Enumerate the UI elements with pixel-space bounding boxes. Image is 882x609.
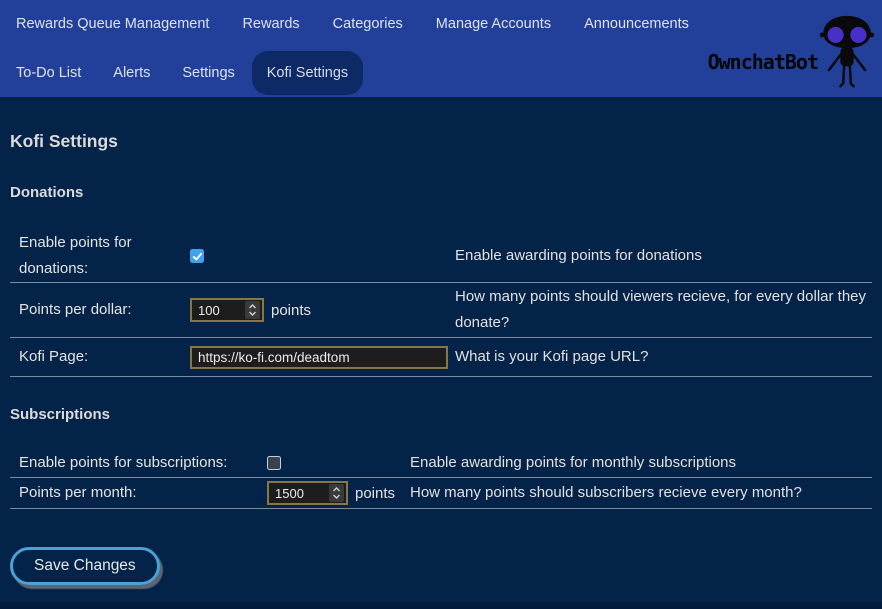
- settings-row-kofi-page: Kofi Page: https://ko-fi.com/deadtom Wha…: [10, 338, 872, 377]
- tab-settings[interactable]: Settings: [182, 65, 234, 81]
- settings-row-points-per-month: Points per month: 1500 points How many p…: [10, 478, 872, 509]
- settings-row-enable-subscriptions: Enable points for subscriptions: Enable …: [10, 448, 872, 478]
- section-heading-donations: Donations: [10, 184, 872, 201]
- page-title: Kofi Settings: [10, 131, 872, 152]
- row-description: How many points should viewers recieve, …: [455, 284, 872, 336]
- points-suffix: points: [271, 302, 311, 319]
- tab-kofi-settings[interactable]: Kofi Settings: [252, 51, 363, 95]
- points-per-month-value: 1500: [275, 486, 304, 501]
- kofi-page-url-value: https://ko-fi.com/deadtom: [198, 350, 350, 365]
- logo: OwnchatBot: [692, 0, 882, 97]
- nav-item-rewards-queue-management[interactable]: Rewards Queue Management: [16, 16, 209, 32]
- subscriptions-settings-table: Enable points for subscriptions: Enable …: [10, 448, 872, 509]
- row-description: What is your Kofi page URL?: [455, 344, 872, 370]
- bottom-edge-strip: [0, 602, 882, 609]
- row-label: Points per month:: [10, 480, 267, 506]
- nav-item-manage-accounts[interactable]: Manage Accounts: [436, 16, 551, 32]
- row-label: Points per dollar:: [10, 297, 190, 323]
- row-description: Enable awarding points for monthly subsc…: [410, 450, 872, 476]
- enable-donations-checkbox[interactable]: [190, 249, 204, 263]
- tab-alerts[interactable]: Alerts: [113, 65, 150, 81]
- row-description: Enable awarding points for donations: [455, 243, 872, 269]
- top-navbar: Rewards Queue Management Rewards Categor…: [0, 0, 882, 97]
- row-label: Enable points for subscriptions:: [10, 450, 267, 476]
- robot-icon: [818, 14, 876, 95]
- row-label: Enable points for donations:: [10, 230, 190, 282]
- points-suffix: points: [355, 485, 395, 502]
- nav-item-announcements[interactable]: Announcements: [584, 16, 689, 32]
- number-spinner-icon[interactable]: [329, 484, 344, 502]
- row-label: Kofi Page:: [10, 344, 190, 370]
- section-heading-subscriptions: Subscriptions: [10, 406, 872, 423]
- tab-todo-list[interactable]: To-Do List: [16, 65, 81, 81]
- checkmark-icon: [192, 251, 203, 262]
- points-per-dollar-input[interactable]: 100: [190, 298, 264, 322]
- nav-item-categories[interactable]: Categories: [333, 16, 403, 32]
- kofi-page-url-input[interactable]: https://ko-fi.com/deadtom: [190, 346, 448, 369]
- donations-settings-table: Enable points for donations: Enable awar…: [10, 230, 872, 377]
- nav-item-rewards[interactable]: Rewards: [242, 16, 299, 32]
- logo-text: OwnchatBot: [708, 50, 818, 74]
- points-per-month-input[interactable]: 1500: [267, 481, 348, 505]
- settings-row-points-per-dollar: Points per dollar: 100 points How many p…: [10, 283, 872, 338]
- number-spinner-icon[interactable]: [245, 301, 260, 319]
- kofi-settings-page: Kofi Settings Donations Enable points fo…: [0, 131, 882, 585]
- points-per-dollar-value: 100: [198, 303, 220, 318]
- settings-row-enable-donations: Enable points for donations: Enable awar…: [10, 230, 872, 283]
- enable-subscriptions-checkbox[interactable]: [267, 456, 281, 470]
- save-changes-button[interactable]: Save Changes: [10, 547, 160, 585]
- row-description: How many points should subscribers recie…: [410, 480, 872, 506]
